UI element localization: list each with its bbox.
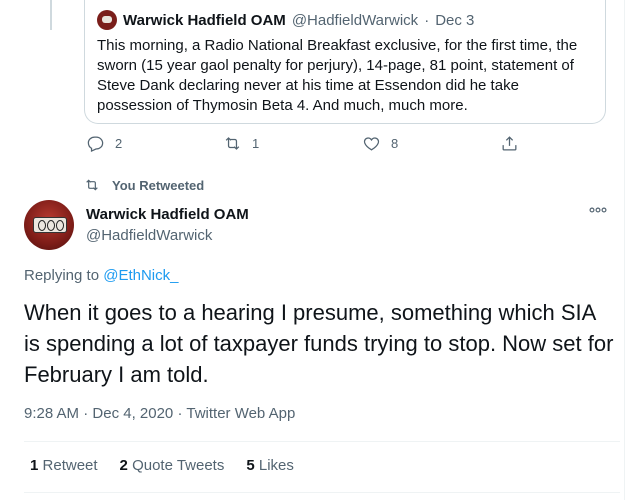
quoted-date[interactable]: Dec 3 [435, 12, 474, 29]
like-count: 8 [391, 136, 399, 151]
quoted-author-avatar[interactable] [97, 10, 117, 30]
quoted-tweet-actions: 2 1 8 [86, 134, 526, 156]
retweet-count: 1 [252, 136, 260, 151]
reply-count: 2 [115, 136, 123, 151]
tweet-meta: 9:28 AM · Dec 4, 2020 · Twitter Web App [24, 405, 295, 422]
quoted-author-name[interactable]: Warwick Hadfield OAM [123, 12, 286, 29]
stat-likes[interactable]: 5 Likes [246, 457, 294, 474]
avatar-image [33, 217, 67, 233]
stat-quote-tweets[interactable]: 2 Quote Tweets [120, 457, 225, 474]
stat-retweets[interactable]: 1 Retweet [30, 457, 98, 474]
replying-to-link[interactable]: @EthNick_ [103, 267, 178, 284]
tweet-source[interactable]: Twitter Web App [186, 405, 295, 422]
retweet-notice-label: You Retweeted [112, 177, 205, 193]
tweet-stats: 1 Retweet 2 Quote Tweets 5 Likes [30, 457, 294, 474]
author-name[interactable]: Warwick Hadfield OAM [86, 206, 249, 223]
quoted-tweet-header: Warwick Hadfield OAM @HadfieldWarwick · … [97, 10, 474, 30]
replying-to-prefix: Replying to [24, 267, 100, 284]
retweet-icon [225, 137, 240, 150]
like-action[interactable]: 8 [362, 134, 398, 153]
share-icon [502, 136, 517, 151]
more-options-button[interactable] [588, 203, 608, 217]
quoted-separator: · [424, 11, 430, 29]
meta-separator: · [83, 405, 89, 422]
tweet-time[interactable]: 9:28 AM [24, 405, 79, 422]
author-handle[interactable]: @HadfieldWarwick [86, 227, 212, 244]
retweet-icon [86, 179, 98, 191]
like-icon [363, 137, 380, 151]
reply-action[interactable]: 2 [86, 134, 122, 153]
thread-line [50, 0, 52, 30]
divider-top [24, 441, 620, 442]
tweet-date[interactable]: Dec 4, 2020 [92, 405, 173, 422]
author-avatar[interactable] [24, 200, 74, 250]
divider-bottom [24, 492, 620, 493]
meta-separator-2: · [177, 405, 183, 422]
replying-to: Replying to @EthNick_ [24, 267, 178, 284]
reply-icon [87, 136, 104, 153]
retweet-notice: You Retweeted [84, 177, 204, 193]
tweet-text: When it goes to a hearing I presume, som… [24, 300, 614, 387]
more-icon [589, 207, 607, 213]
quoted-tweet-card[interactable]: Warwick Hadfield OAM @HadfieldWarwick · … [84, 0, 606, 124]
quoted-author-handle: @HadfieldWarwick [291, 11, 419, 29]
quoted-tweet-text: This morning, a Radio National Breakfast… [97, 37, 578, 114]
share-action[interactable] [500, 134, 519, 153]
retweet-action[interactable]: 1 [223, 134, 259, 153]
